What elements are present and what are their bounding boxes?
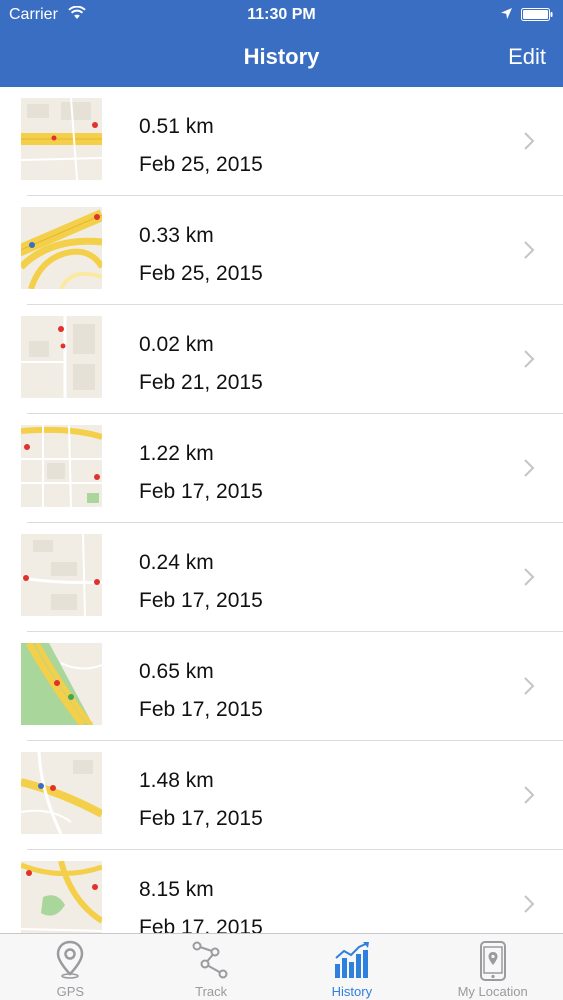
map-thumbnail <box>21 207 102 289</box>
tab-gps[interactable]: GPS <box>0 934 141 1000</box>
date-label: Feb 17, 2015 <box>139 916 263 933</box>
date-label: Feb 17, 2015 <box>139 698 263 721</box>
history-row[interactable]: 8.15 km Feb 17, 2015 <box>0 850 563 933</box>
map-thumbnail <box>21 98 102 180</box>
distance-label: 1.22 km <box>139 442 214 465</box>
edit-button[interactable]: Edit <box>508 44 546 70</box>
history-row[interactable]: 0.02 km Feb 21, 2015 <box>0 305 563 414</box>
chevron-right-icon <box>524 459 535 477</box>
tab-label: GPS <box>56 984 85 999</box>
tab-label: My Location <box>457 984 528 999</box>
distance-label: 0.65 km <box>139 660 214 683</box>
location-arrow-icon <box>501 8 512 19</box>
track-nodes-icon <box>192 941 228 979</box>
chevron-right-icon <box>524 677 535 695</box>
tab-bar: GPS Track History My Location <box>0 933 563 1000</box>
map-thumbnail <box>21 752 102 834</box>
map-thumbnail <box>21 425 102 507</box>
date-label: Feb 21, 2015 <box>139 371 263 394</box>
history-list[interactable]: 0.51 km Feb 25, 2015 0.33 km Feb 25, 201… <box>0 87 563 933</box>
chevron-right-icon <box>524 568 535 586</box>
history-row[interactable]: 1.22 km Feb 17, 2015 <box>0 414 563 523</box>
tab-label: Track <box>195 984 228 999</box>
date-label: Feb 25, 2015 <box>139 153 263 176</box>
tab-label: History <box>331 984 373 999</box>
tab-track[interactable]: Track <box>141 934 282 1000</box>
bar-chart-icon <box>334 942 369 978</box>
history-row[interactable]: 0.24 km Feb 17, 2015 <box>0 523 563 632</box>
date-label: Feb 17, 2015 <box>139 807 263 830</box>
chevron-right-icon <box>524 350 535 368</box>
distance-label: 0.24 km <box>139 551 214 574</box>
distance-label: 0.33 km <box>139 224 214 247</box>
status-bar: Carrier 11:30 PM <box>0 0 563 30</box>
date-label: Feb 17, 2015 <box>139 589 263 612</box>
chevron-right-icon <box>524 132 535 150</box>
date-label: Feb 17, 2015 <box>139 480 263 503</box>
history-row[interactable]: 0.33 km Feb 25, 2015 <box>0 196 563 305</box>
history-row[interactable]: 0.65 km Feb 17, 2015 <box>0 632 563 741</box>
map-thumbnail <box>21 861 102 933</box>
history-row[interactable]: 1.48 km Feb 17, 2015 <box>0 741 563 850</box>
history-row[interactable]: 0.51 km Feb 25, 2015 <box>0 87 563 196</box>
header: Carrier 11:30 PM History Edit <box>0 0 563 87</box>
date-label: Feb 25, 2015 <box>139 262 263 285</box>
status-time: 11:30 PM <box>247 6 316 23</box>
distance-label: 8.15 km <box>139 878 214 901</box>
map-thumbnail <box>21 534 102 616</box>
map-pin-icon <box>57 940 84 979</box>
page-title: History <box>243 44 320 69</box>
map-thumbnail <box>21 643 102 725</box>
chevron-right-icon <box>524 241 535 259</box>
distance-label: 1.48 km <box>139 769 214 792</box>
map-thumbnail <box>21 316 102 398</box>
chevron-right-icon <box>524 895 535 913</box>
distance-label: 0.51 km <box>139 115 214 138</box>
chevron-right-icon <box>524 786 535 804</box>
tab-history[interactable]: History <box>282 934 423 1000</box>
tab-my-location[interactable]: My Location <box>422 934 563 1000</box>
phone-location-icon <box>479 941 506 981</box>
distance-label: 0.02 km <box>139 333 214 356</box>
battery-icon <box>521 8 553 21</box>
